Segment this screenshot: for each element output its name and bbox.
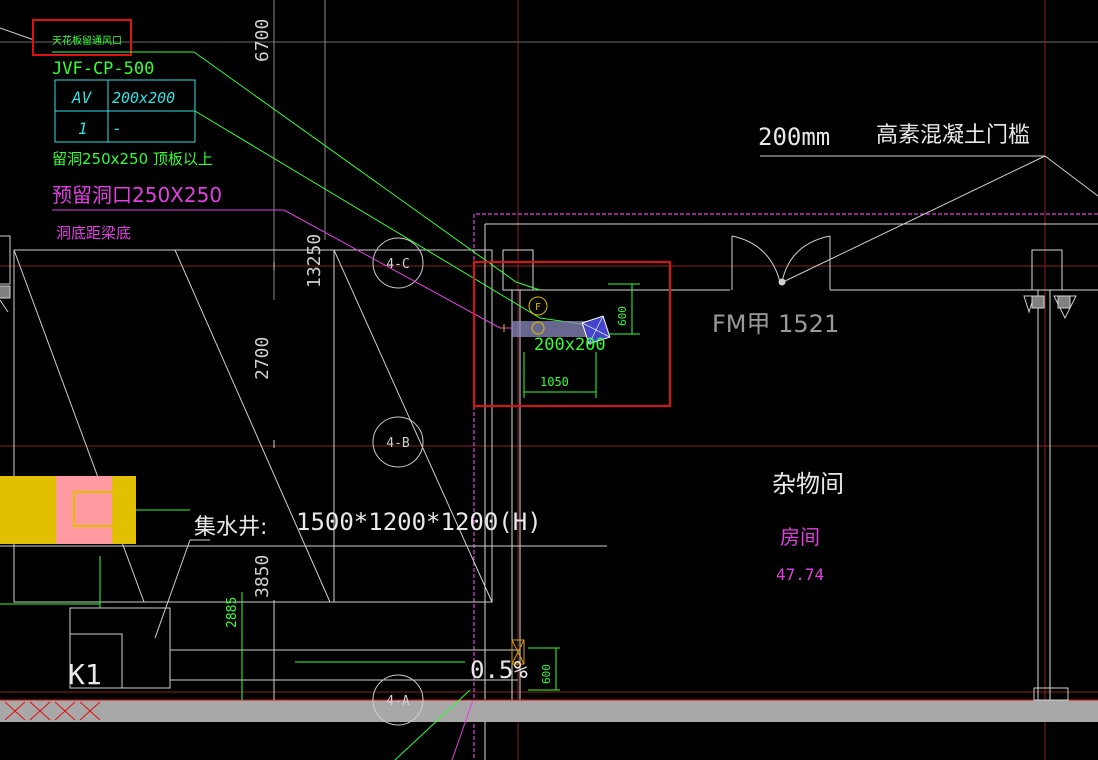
vertical-dimensions: 6700 13250 2700 3850 2885 [225,19,325,700]
dim-3850: 3850 [252,555,273,598]
dim-600-top: 600 [616,306,629,326]
axis-label-4a: 4-A [386,694,410,709]
threshold-annotation: 200mm 高素混凝土门槛 [758,123,1098,283]
threshold-desc: 高素混凝土门槛 [876,123,1030,148]
axis-bubble-4b[interactable]: 4-B [372,416,424,468]
cad-drawing[interactable]: 4-C 4-B 4-A 6700 13250 2700 3850 2885 天花… [0,0,1098,760]
sump-labels: 集水井: 1500*1200*1200(H) [194,508,542,540]
equipment-block [0,476,190,608]
table-r1c2: 200x200 [112,89,175,107]
dim-2700: 2700 [252,337,273,380]
table-r1c1: AV [71,88,93,107]
note-magenta-1: 预留洞口250X250 [52,183,222,207]
duct-size: 200x200 [534,335,606,355]
room-name: 杂物间 [772,470,844,498]
table-r2c1: 1 [78,119,88,138]
axis-label-4b: 4-B [386,436,410,451]
f-marker-text: F [535,302,541,313]
slope: 0.5% [470,656,528,684]
double-door [731,235,831,290]
table-r2c2: - [112,119,122,138]
cad-drawing-canvas[interactable]: 4-C 4-B 4-A 6700 13250 2700 3850 2885 天花… [0,0,1098,760]
note-magenta-2: 洞底距梁底 [56,224,131,242]
door-code: FM甲 1521 [712,310,839,338]
dim-2885: 2885 [225,597,240,628]
threshold-size: 200mm [758,123,830,151]
dim-13250: 13250 [304,234,325,288]
left-edge-devices [0,235,11,313]
sump-size: 1500*1200*1200(H) [296,508,542,536]
note-green: 留洞250x250 顶板以上 [52,150,213,168]
room-labels: 杂物间 房间 47.74 [772,470,844,584]
bottom-annotations: 0.5% K1 [68,656,528,691]
room-area: 47.74 [776,565,824,584]
top-note: 天花板留通风口 [52,34,122,47]
top-left-annotations: 天花板留通风口 JVF-CP-500 AV 200x200 1 - 留洞250x… [0,19,284,242]
axis-label-4c: 4-C [386,257,409,272]
equipment-code: JVF-CP-500 [52,59,154,79]
k1-label: K1 [68,658,102,691]
dim-1050: 1050 [540,375,569,389]
sump-label: 集水井: [194,515,267,540]
room-type: 房间 [780,525,820,549]
dim-600-bottom: 600 [540,664,553,684]
floor-slab [0,699,1098,722]
sump-pit [0,249,607,689]
dim-6700: 6700 [252,19,273,62]
